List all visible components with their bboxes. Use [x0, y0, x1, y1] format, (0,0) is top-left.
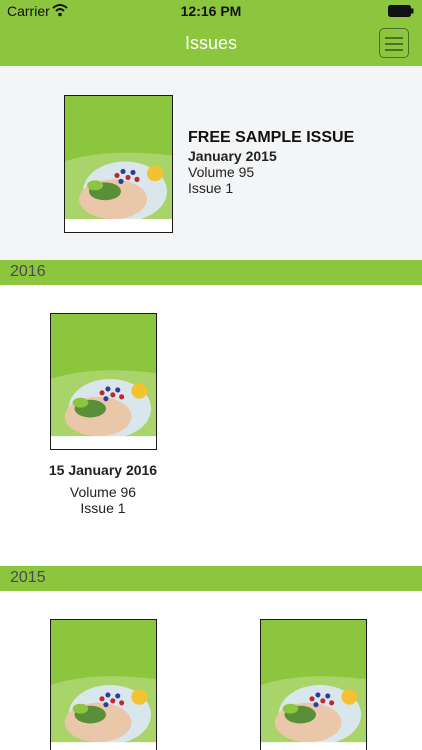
issue-cover[interactable] — [259, 619, 367, 750]
status-bar: Carrier 12:16 PM — [0, 0, 422, 22]
menu-button[interactable] — [379, 28, 409, 58]
section-year: 2015 — [10, 569, 46, 586]
hamburger-menu-icon — [385, 37, 403, 39]
featured-issue-volume: Volume 95 — [188, 164, 255, 180]
issue-tile[interactable] — [243, 619, 383, 750]
issue-cover[interactable] — [49, 619, 157, 750]
hamburger-menu-icon — [385, 43, 403, 45]
issue-cover[interactable] — [64, 95, 173, 233]
featured-sample-issue[interactable]: FREE SAMPLE ISSUE January 2015 Volume 95… — [0, 66, 422, 260]
issue-tile[interactable]: 15 January 2016 Volume 96 Issue 1 — [33, 313, 173, 516]
navigation-bar: Issues — [0, 22, 422, 66]
hamburger-menu-icon — [385, 49, 403, 51]
issue-volume: Volume 96 — [69, 484, 137, 500]
issue-number: Issue 1 — [80, 500, 126, 516]
section-header-2016: 2016 — [0, 260, 422, 285]
section-header-2015: 2015 — [0, 566, 422, 591]
featured-issue-info: FREE SAMPLE ISSUE January 2015 Volume 95… — [188, 129, 354, 196]
featured-issue-date: January 2015 — [188, 148, 277, 164]
issue-tile[interactable] — [33, 619, 173, 750]
battery-icon — [388, 5, 414, 17]
section-year: 2016 — [10, 263, 46, 280]
featured-issue-number: Issue 1 — [188, 180, 234, 196]
page-title: Issues — [184, 33, 238, 53]
status-time: 12:16 PM — [180, 3, 242, 19]
issue-date: 15 January 2016 — [48, 462, 158, 478]
issue-cover[interactable] — [49, 313, 157, 450]
featured-issue-title: FREE SAMPLE ISSUE — [188, 129, 355, 146]
